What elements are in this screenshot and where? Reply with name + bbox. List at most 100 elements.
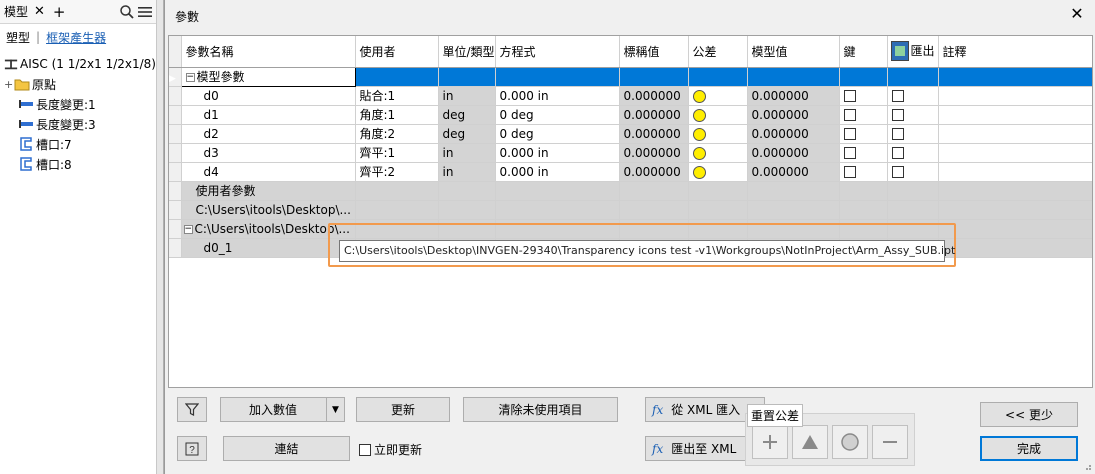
tree-item-origin[interactable]: + 原點 [0, 74, 156, 94]
param-key[interactable] [839, 124, 888, 144]
immediate-update-checkbox[interactable]: 立即更新 [359, 441, 422, 458]
tree-item-length-change-3[interactable]: 長度變更:3 [0, 114, 156, 134]
param-name[interactable]: d0 [181, 86, 356, 106]
dropdown-arrow-icon[interactable]: ▼ [326, 398, 344, 421]
group-label[interactable]: − 模型參數 [180, 66, 356, 87]
tree-item-notch-8[interactable]: 槽口:8 [0, 154, 156, 174]
col-header-consumer[interactable]: 使用者 [355, 36, 439, 68]
close-icon[interactable]: ✕ [1067, 4, 1087, 24]
col-header-model-value[interactable]: 模型值 [747, 36, 840, 68]
expand-icon[interactable]: + [4, 78, 14, 91]
tolerance-indicator-icon[interactable] [692, 108, 706, 122]
param-tolerance[interactable] [688, 143, 748, 163]
param-equation[interactable]: 0 deg [495, 105, 620, 125]
param-unit[interactable]: deg [438, 124, 496, 144]
immediate-update-box[interactable] [359, 443, 371, 456]
table-row[interactable]: d1 角度:1 deg 0 deg 0.000000 0.000000 [169, 105, 1092, 125]
param-name[interactable]: d2 [181, 124, 356, 144]
group-label[interactable]: C:\Users\itools\Desktop\... [181, 200, 356, 220]
col-header-name[interactable]: 參數名稱 [181, 36, 356, 68]
param-export[interactable] [887, 105, 939, 125]
param-name[interactable]: d3 [181, 143, 356, 163]
col-header-equation[interactable]: 方程式 [495, 36, 620, 68]
export-checkbox[interactable] [891, 128, 904, 140]
purge-unused-button[interactable]: 清除未使用項目 [463, 397, 618, 422]
param-name[interactable]: d4 [181, 162, 356, 182]
table-row[interactable]: d2 角度:2 deg 0 deg 0.000000 0.000000 [169, 124, 1092, 144]
param-tolerance[interactable] [688, 162, 748, 182]
row-header[interactable] [169, 143, 182, 163]
lower-tolerance-button[interactable] [872, 425, 908, 459]
hamburger-menu-icon[interactable] [138, 6, 152, 18]
param-comment[interactable] [938, 162, 1092, 182]
param-equation[interactable]: 0.000 in [495, 86, 620, 106]
mode-frame-generator[interactable]: 框架產生器 [46, 29, 106, 46]
param-comment[interactable] [938, 105, 1092, 125]
col-header-export[interactable]: 匯出 [887, 36, 939, 68]
param-equation[interactable]: 0 deg [495, 124, 620, 144]
col-header-unit[interactable]: 單位/類型 [438, 36, 496, 68]
row-header[interactable] [169, 124, 182, 144]
help-button[interactable]: ? [177, 436, 207, 461]
close-tab-icon[interactable]: ✕ [34, 4, 45, 19]
tree-item-length-change-1[interactable]: 長度變更:1 [0, 94, 156, 114]
table-row[interactable]: d3 齊平:1 in 0.000 in 0.000000 0.000000 [169, 143, 1092, 163]
key-checkbox[interactable] [843, 109, 856, 121]
param-name[interactable]: d1 [181, 105, 356, 125]
param-unit[interactable]: in [438, 86, 496, 106]
col-header-comment[interactable]: 註釋 [938, 36, 1092, 68]
table-row[interactable]: d0 貼合:1 in 0.000 in 0.000000 0.000000 [169, 86, 1092, 106]
export-checkbox[interactable] [891, 109, 904, 121]
median-tolerance-button[interactable] [792, 425, 828, 459]
row-header[interactable] [169, 181, 182, 201]
col-header-tolerance[interactable]: 公差 [688, 36, 748, 68]
param-equation[interactable]: 0.000 in [495, 143, 620, 163]
export-checkbox[interactable] [891, 166, 904, 178]
tolerance-indicator-icon[interactable] [692, 165, 706, 179]
export-checkbox[interactable] [891, 147, 904, 159]
collapse-icon[interactable]: − [183, 224, 193, 234]
export-checkbox[interactable] [891, 90, 904, 102]
key-checkbox[interactable] [843, 128, 856, 140]
param-key[interactable] [839, 86, 888, 106]
browser-tab-model[interactable]: 模型 [4, 3, 28, 20]
param-export[interactable] [887, 124, 939, 144]
panel-splitter[interactable] [157, 0, 164, 474]
key-checkbox[interactable] [843, 147, 856, 159]
row-header[interactable] [169, 238, 182, 258]
param-unit[interactable]: deg [438, 105, 496, 125]
param-comment[interactable] [938, 124, 1092, 144]
param-export[interactable] [887, 143, 939, 163]
group-label[interactable]: 使用者參數 [181, 181, 356, 201]
param-key[interactable] [839, 143, 888, 163]
tree-item-notch-7[interactable]: 槽口:7 [0, 134, 156, 154]
filter-button[interactable] [177, 397, 207, 422]
param-unit[interactable]: in [438, 162, 496, 182]
param-comment[interactable] [938, 143, 1092, 163]
row-header[interactable] [169, 162, 182, 182]
nominal-tolerance-button[interactable] [832, 425, 868, 459]
tolerance-indicator-icon[interactable] [692, 127, 706, 141]
group-row-model-parameters[interactable]: ▶ − 模型參數 [169, 66, 1092, 87]
mode-modeling[interactable]: 塑型 [6, 29, 30, 46]
param-tolerance[interactable] [688, 86, 748, 106]
tree-root[interactable]: AISC (1 1/2x1 1/2x1/8) [0, 54, 156, 74]
collapse-icon[interactable]: − [185, 73, 195, 82]
add-tab-icon[interactable]: + [53, 3, 66, 21]
group-row-user-parameters[interactable]: 使用者參數 [169, 181, 1092, 201]
param-equation[interactable]: 0.000 in [495, 162, 620, 182]
key-checkbox[interactable] [843, 166, 856, 178]
key-checkbox[interactable] [843, 90, 856, 102]
group-row-linked-file-1[interactable]: C:\Users\itools\Desktop\... [169, 200, 1092, 220]
table-row[interactable]: d4 齊平:2 in 0.000 in 0.000000 0.000000 [169, 162, 1092, 182]
param-comment[interactable] [938, 86, 1092, 106]
param-unit[interactable]: in [438, 143, 496, 163]
col-header-key[interactable]: 鍵 [839, 36, 888, 68]
param-export[interactable] [887, 162, 939, 182]
row-header[interactable] [169, 86, 182, 106]
col-header-nominal[interactable]: 標稱值 [619, 36, 689, 68]
param-tolerance[interactable] [688, 124, 748, 144]
row-header[interactable] [169, 200, 182, 220]
update-button[interactable]: 更新 [356, 397, 450, 422]
param-key[interactable] [839, 105, 888, 125]
